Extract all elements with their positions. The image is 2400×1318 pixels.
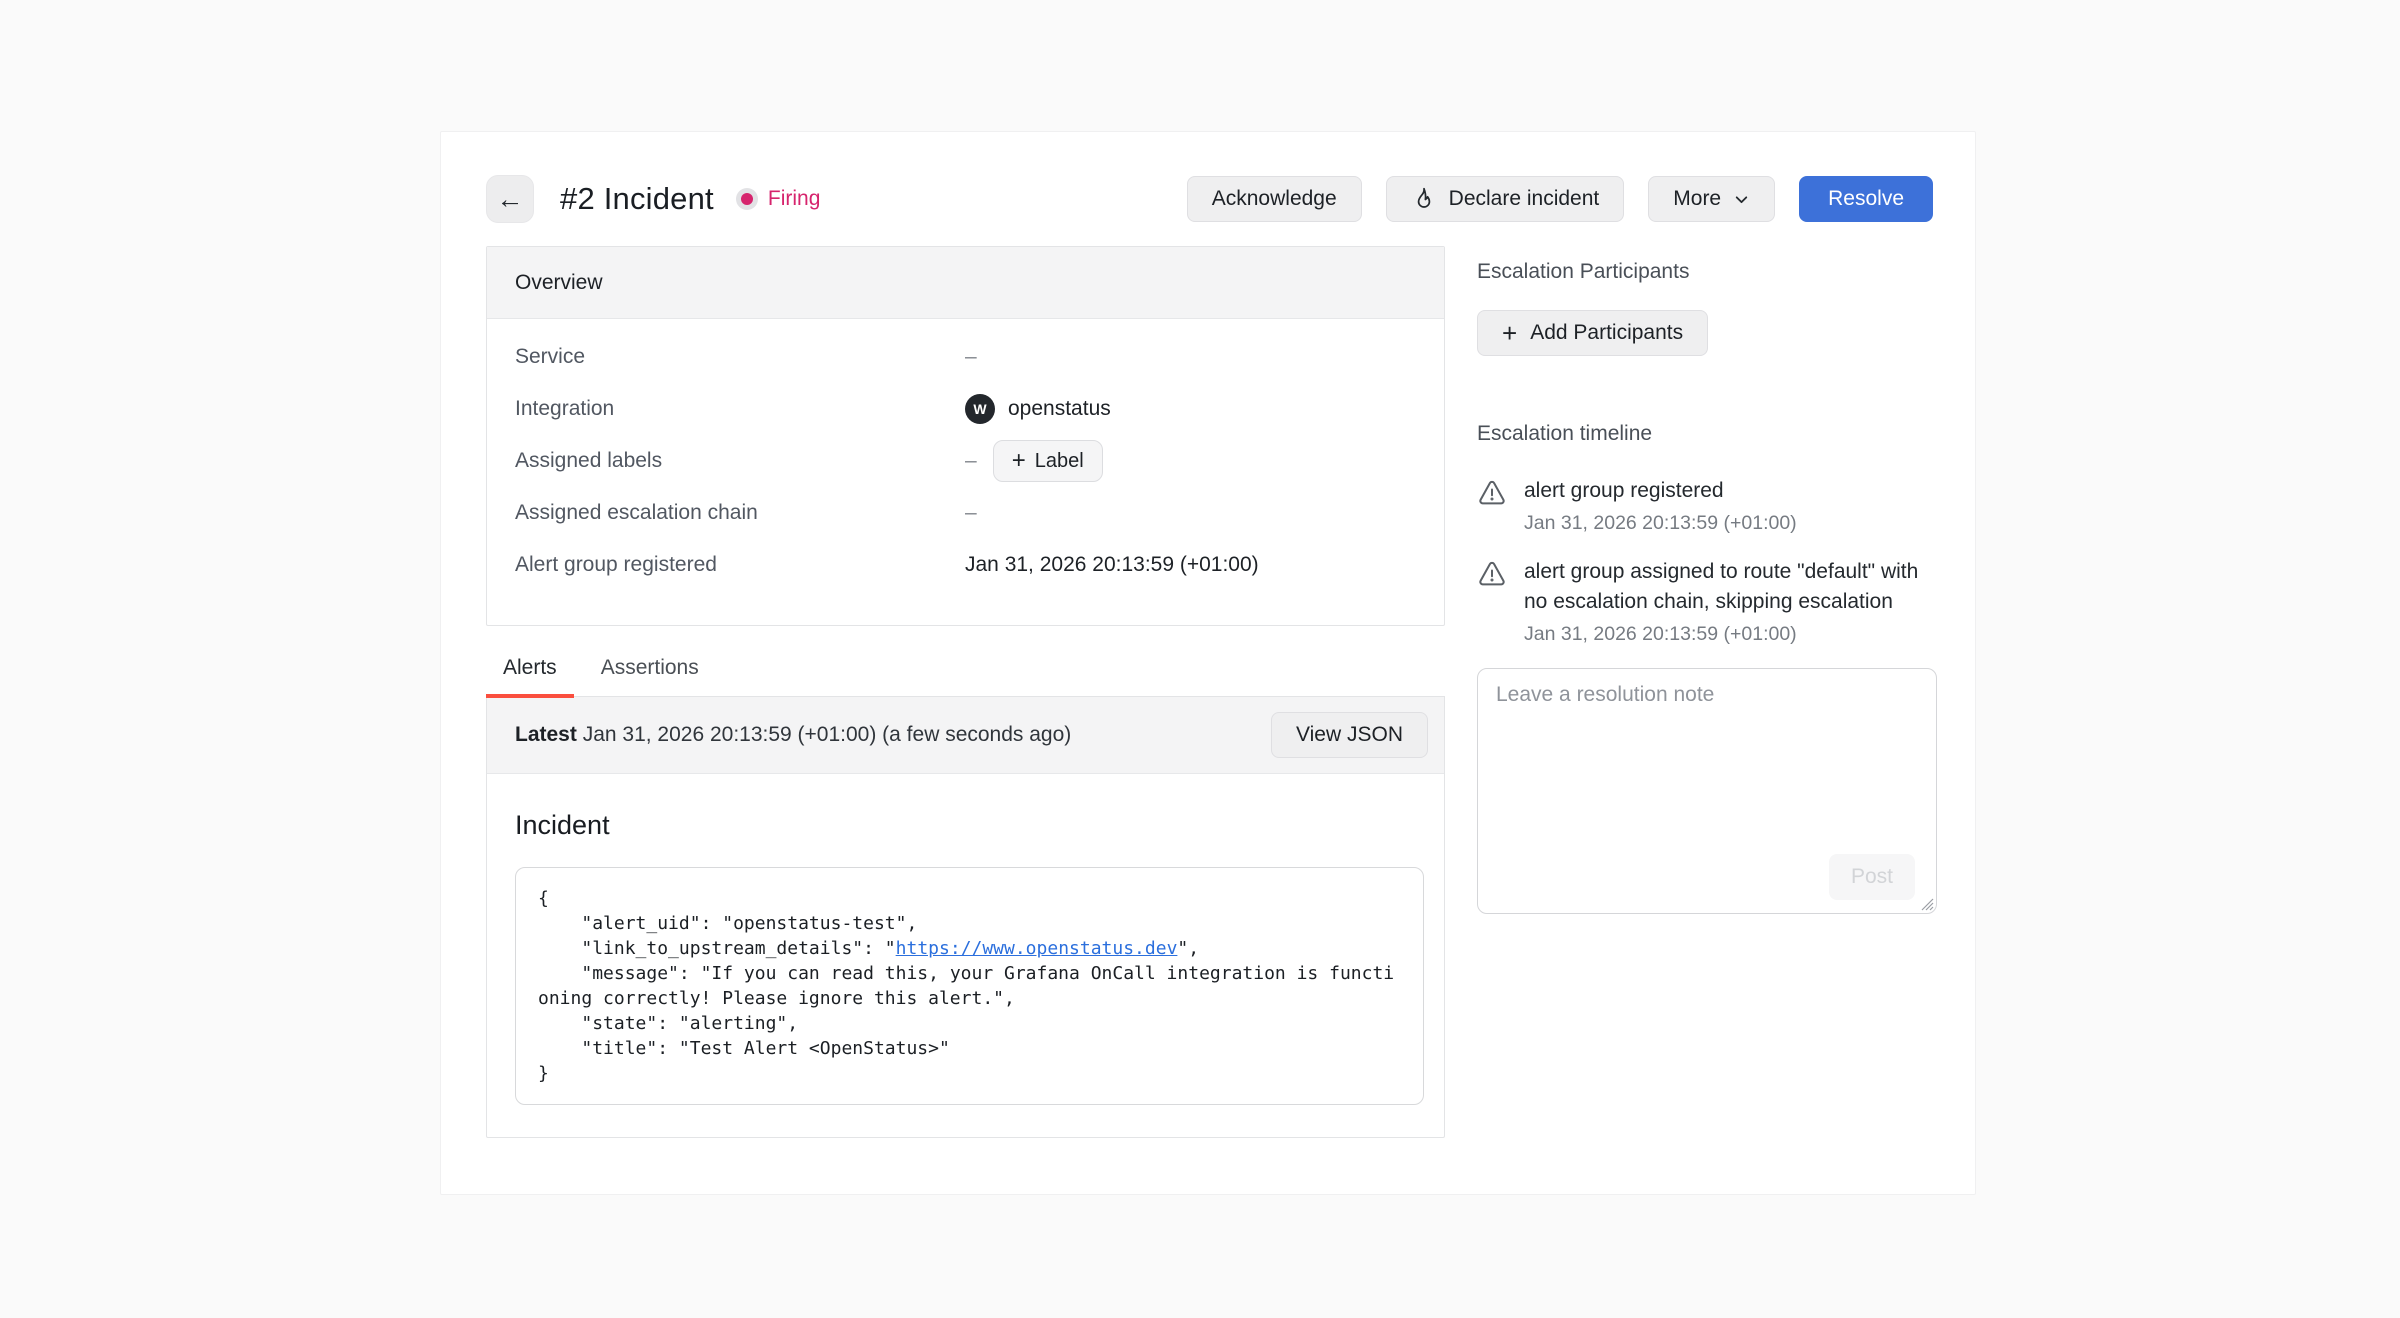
event-body: alert group registered Jan 31, 2026 20:1… bbox=[1524, 476, 1797, 535]
acknowledge-button[interactable]: Acknowledge bbox=[1187, 176, 1362, 222]
declare-incident-button[interactable]: Declare incident bbox=[1386, 176, 1625, 222]
event-body: alert group assigned to route "default" … bbox=[1524, 557, 1922, 646]
tab-alerts[interactable]: Alerts bbox=[486, 656, 574, 696]
plus-icon: + bbox=[1012, 449, 1026, 473]
warning-triangle-icon bbox=[1477, 559, 1507, 589]
page-title: #2 Incident bbox=[560, 181, 714, 217]
latest-alert-time: Latest Jan 31, 2026 20:13:59 (+01:00) (a… bbox=[515, 723, 1071, 747]
overview-header: Overview bbox=[487, 247, 1444, 319]
tabs: Alerts Assertions bbox=[486, 656, 1445, 697]
alerts-card: Latest Jan 31, 2026 20:13:59 (+01:00) (a… bbox=[486, 697, 1445, 1138]
status-badge: Firing bbox=[736, 187, 821, 211]
row-alert-registered: Alert group registered Jan 31, 2026 20:1… bbox=[487, 539, 1444, 591]
latest-bar: Latest Jan 31, 2026 20:13:59 (+01:00) (a… bbox=[487, 697, 1444, 774]
add-participants-button[interactable]: + Add Participants bbox=[1477, 310, 1708, 356]
main-column: Overview Service – Integration W opensta… bbox=[486, 246, 1445, 1138]
plus-icon: + bbox=[1502, 320, 1517, 346]
timeline-event: alert group registered Jan 31, 2026 20:1… bbox=[1477, 476, 1937, 535]
fire-icon bbox=[1411, 186, 1437, 212]
incident-title: Incident bbox=[515, 810, 1424, 841]
back-button[interactable]: ← bbox=[486, 175, 534, 223]
timeline-title: Escalation timeline bbox=[1477, 422, 1937, 446]
alert-json-payload: { "alert_uid": "openstatus-test", "link_… bbox=[515, 867, 1424, 1105]
incident-section: Incident { "alert_uid": "openstatus-test… bbox=[487, 774, 1444, 1137]
overview-card: Overview Service – Integration W opensta… bbox=[486, 246, 1445, 626]
post-button[interactable]: Post bbox=[1829, 854, 1915, 900]
header: ← #2 Incident Firing Acknowledge Declare… bbox=[486, 175, 1933, 223]
more-button[interactable]: More bbox=[1648, 176, 1775, 222]
participants-title: Escalation Participants bbox=[1477, 260, 1937, 284]
view-json-button[interactable]: View JSON bbox=[1271, 712, 1428, 758]
back-arrow-icon: ← bbox=[497, 184, 524, 215]
upstream-link[interactable]: https://www.openstatus.dev bbox=[896, 938, 1178, 959]
integration-value[interactable]: W openstatus bbox=[965, 394, 1111, 424]
tab-assertions[interactable]: Assertions bbox=[584, 656, 716, 696]
link-line: "link_to_upstream_details": "https://www… bbox=[538, 936, 1401, 961]
service-value: – bbox=[965, 345, 977, 369]
row-escalation-chain: Assigned escalation chain – bbox=[487, 487, 1444, 539]
chevron-down-icon bbox=[1733, 191, 1750, 208]
content: Overview Service – Integration W opensta… bbox=[486, 246, 1933, 1138]
row-assigned-labels: Assigned labels – + Label bbox=[487, 435, 1444, 487]
header-actions: Acknowledge Declare incident More bbox=[1187, 176, 1933, 222]
row-service: Service – bbox=[487, 331, 1444, 383]
incident-panel: ← #2 Incident Firing Acknowledge Declare… bbox=[440, 131, 1976, 1195]
warning-triangle-icon bbox=[1477, 478, 1507, 508]
firing-dot-icon bbox=[736, 188, 758, 210]
timeline-events: alert group registered Jan 31, 2026 20:1… bbox=[1477, 476, 1937, 646]
status-label: Firing bbox=[768, 187, 821, 211]
page: { "icons": { "back": "←", "plus": "+", "… bbox=[0, 0, 2400, 1318]
timeline-event: alert group assigned to route "default" … bbox=[1477, 557, 1937, 646]
webhook-integration-icon: W bbox=[965, 394, 995, 424]
resize-handle-icon[interactable] bbox=[1918, 895, 1934, 911]
resolve-button[interactable]: Resolve bbox=[1799, 176, 1933, 222]
add-label-button[interactable]: + Label bbox=[993, 440, 1103, 482]
escalation-chain-value: – bbox=[965, 501, 977, 525]
escalation-sidebar: Escalation Participants + Add Participan… bbox=[1477, 246, 1937, 1138]
registered-time-value: Jan 31, 2026 20:13:59 (+01:00) bbox=[965, 553, 1259, 577]
resolution-note: Post bbox=[1477, 668, 1937, 914]
row-integration: Integration W openstatus bbox=[487, 383, 1444, 435]
overview-rows: Service – Integration W openstatus Assig… bbox=[487, 319, 1444, 625]
